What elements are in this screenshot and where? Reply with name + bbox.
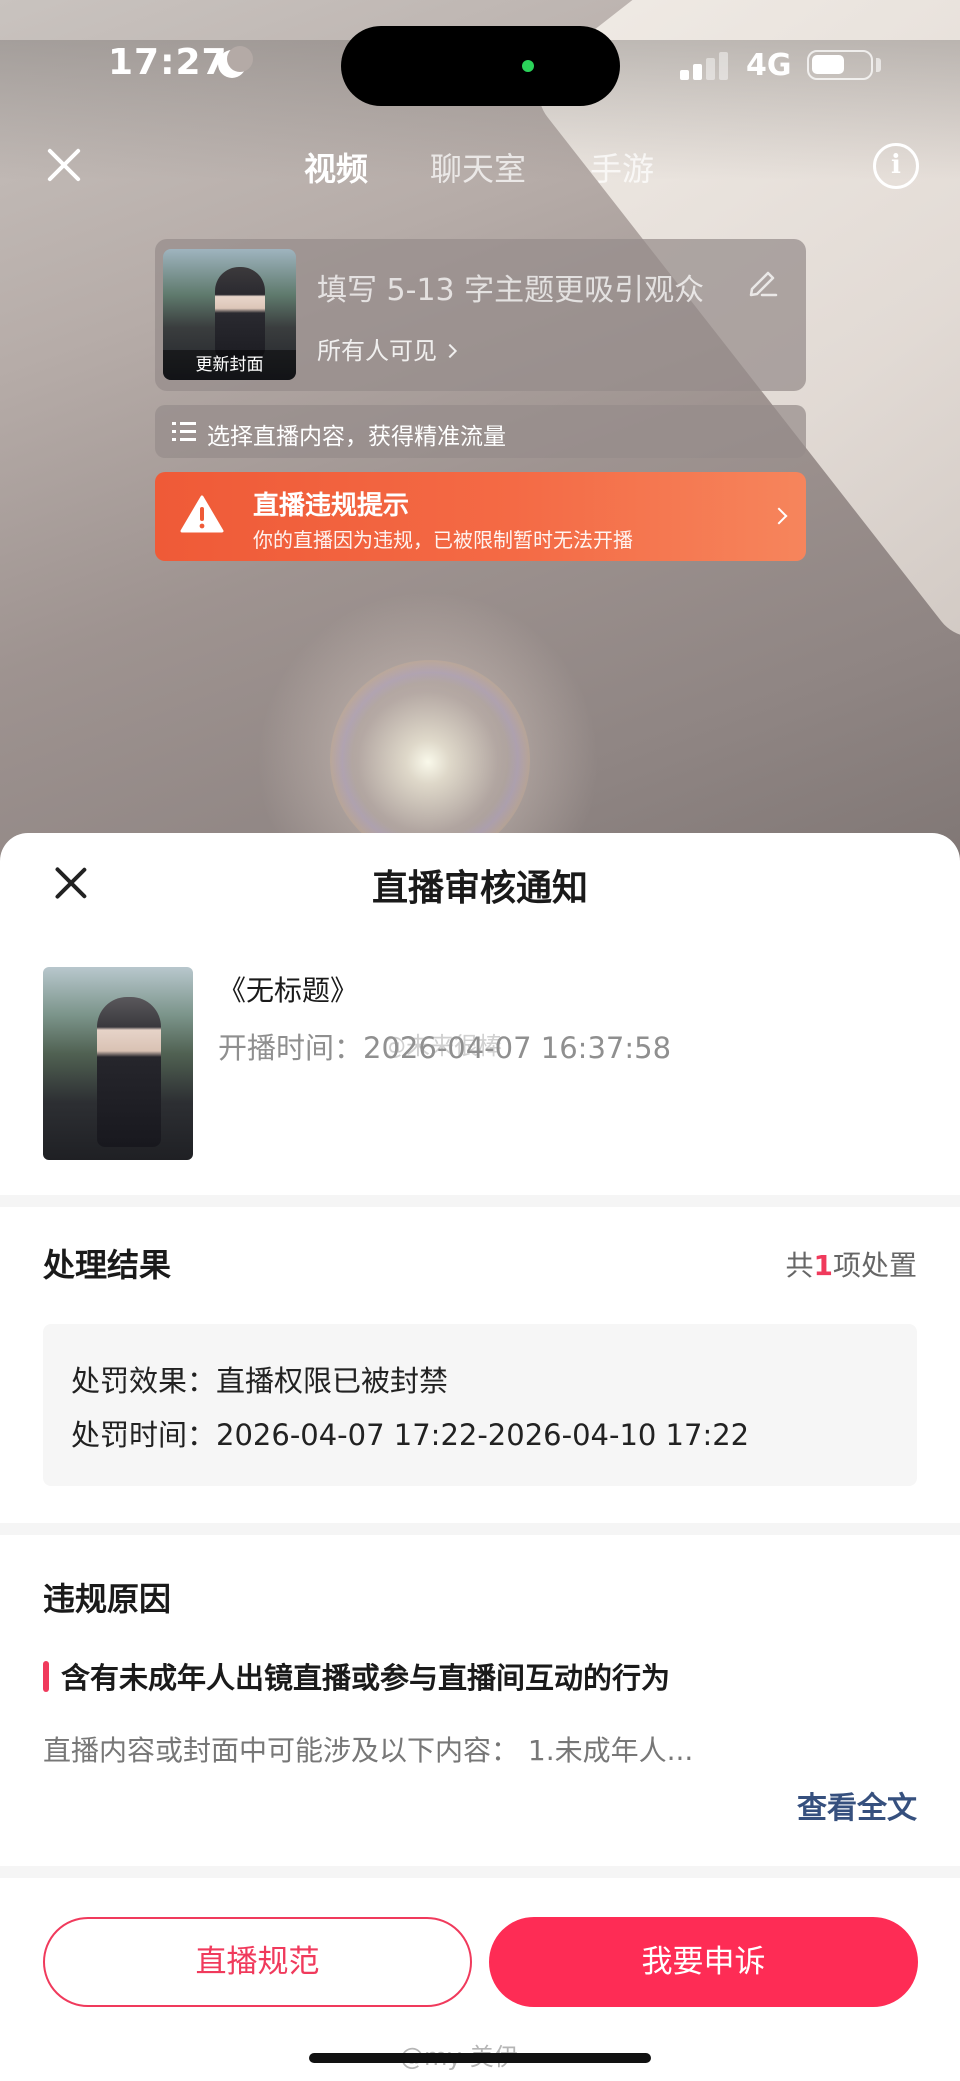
- count-prefix: 共: [785, 1249, 814, 1282]
- review-notice-sheet: 直播审核通知 《无标题》 开播时间：2026-04-07 16:37:58 处理…: [0, 833, 960, 2081]
- select-content-label: 选择直播内容，获得精准流量: [207, 424, 506, 450]
- lens-flare-decor: [330, 660, 530, 860]
- violation-banner-subtitle: 你的直播因为违规，已被限制暂时无法开播: [253, 528, 633, 552]
- list-icon: [172, 422, 196, 442]
- count-number: 1: [813, 1249, 833, 1282]
- thumbnail-person-illustration: [97, 997, 161, 1147]
- section-divider: [0, 1523, 960, 1535]
- penalty-time-value: 2026-04-07 17:22-2026-04-10 17:22: [216, 1418, 750, 1452]
- stream-setup-card: 更新封面 填写 5-13 字主题更吸引观众 所有人可见: [155, 239, 806, 391]
- penalty-effect-value: 直播权限已被封禁: [216, 1364, 449, 1398]
- cover-person-illustration: [215, 267, 265, 359]
- result-section-title: 处理结果: [43, 1246, 172, 1284]
- reason-headline: 含有未成年人出镜直播或参与直播间互动的行为: [43, 1655, 670, 1697]
- reason-section-title: 违规原因: [43, 1580, 172, 1618]
- select-content-row[interactable]: 选择直播内容，获得精准流量: [155, 405, 806, 458]
- live-guidelines-button[interactable]: 直播规范: [43, 1917, 472, 2007]
- watermark-mid: @未来很棒: [382, 1032, 502, 1060]
- battery-icon: [807, 50, 873, 80]
- violation-banner-title: 直播违规提示: [253, 491, 410, 521]
- home-indicator[interactable]: [309, 2053, 651, 2063]
- reason-description: 直播内容或封面中可能涉及以下内容： 1.未成年人...: [43, 1734, 694, 1767]
- sheet-title: 直播审核通知: [371, 868, 588, 909]
- penalty-time: 处罚时间：2026-04-07 17:22-2026-04-10 17:22: [71, 1412, 749, 1454]
- penalty-details: 处罚效果：直播权限已被封禁 处罚时间：2026-04-07 17:22-2026…: [43, 1324, 917, 1486]
- reason-accent-bar: [43, 1660, 49, 1692]
- info-icon[interactable]: i: [873, 143, 919, 189]
- tab-mobile-game[interactable]: 手游: [590, 144, 654, 190]
- section-divider: [0, 1195, 960, 1207]
- violation-banner[interactable]: 直播违规提示 你的直播因为违规，已被限制暂时无法开播: [155, 472, 806, 561]
- penalty-time-label: 处罚时间：: [71, 1418, 217, 1452]
- visibility-selector[interactable]: 所有人可见: [317, 331, 458, 366]
- update-cover-label[interactable]: 更新封面: [163, 350, 296, 380]
- appeal-button[interactable]: 我要申诉: [489, 1917, 918, 2007]
- penalty-effect: 处罚效果：直播权限已被封禁: [71, 1358, 448, 1400]
- start-time-label: 开播时间：: [218, 1031, 364, 1065]
- stream-title: 《无标题》: [218, 974, 359, 1007]
- chevron-right-icon: [442, 343, 458, 359]
- count-suffix: 项处置: [832, 1249, 917, 1282]
- penalty-effect-label: 处罚效果：: [71, 1364, 217, 1398]
- tab-chatroom[interactable]: 聊天室: [430, 144, 526, 190]
- chevron-right-icon: [770, 507, 788, 525]
- visibility-label: 所有人可见: [317, 337, 437, 365]
- tab-video[interactable]: 视频: [304, 144, 368, 190]
- cover-image[interactable]: 更新封面: [163, 249, 296, 380]
- stream-thumbnail: [43, 967, 193, 1160]
- moon-icon: [218, 46, 253, 78]
- mode-tabs: 视频 聊天室 手游: [0, 144, 960, 194]
- status-bar: 17:27 4G: [0, 0, 960, 130]
- reason-headline-text: 含有未成年人出镜直播或参与直播间互动的行为: [61, 1661, 671, 1695]
- signal-icon: [680, 50, 732, 80]
- warning-icon: [180, 495, 224, 533]
- network-type: 4G: [746, 48, 792, 83]
- view-full-text-link[interactable]: 查看全文: [797, 1783, 917, 1827]
- title-input[interactable]: 填写 5-13 字主题更吸引观众: [317, 265, 704, 309]
- pencil-icon[interactable]: [748, 265, 778, 297]
- penalty-count: 共1项处置: [785, 1244, 917, 1284]
- battery-tip: [876, 58, 881, 72]
- dynamic-island: [341, 26, 620, 106]
- status-time: 17:27: [108, 42, 228, 83]
- camera-indicator-icon: [522, 60, 534, 72]
- section-divider: [0, 1866, 960, 1878]
